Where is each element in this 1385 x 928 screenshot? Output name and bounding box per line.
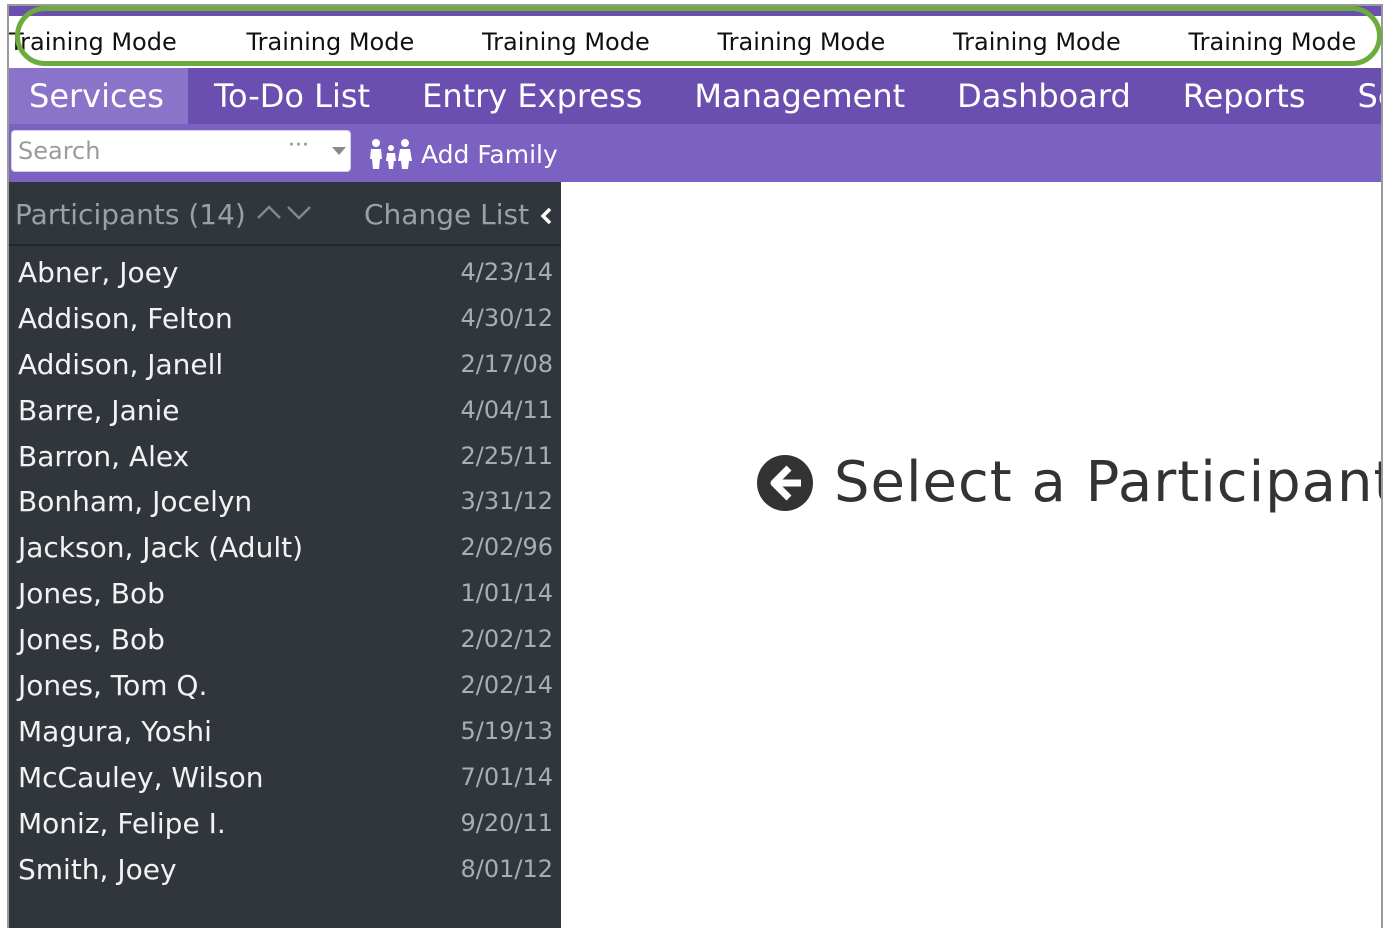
participant-date: 4/30/12 — [460, 303, 553, 332]
participant-date: 2/02/96 — [460, 533, 553, 562]
participant-name: Addison, Janell — [18, 347, 224, 381]
add-family-button[interactable]: Add Family — [369, 136, 558, 172]
participant-name: Moniz, Felipe I. — [18, 806, 226, 840]
search-options-icon[interactable]: ··· — [288, 133, 309, 158]
list-item[interactable]: Jones, Bob 2/02/12 — [9, 617, 561, 663]
participant-name: Magura, Yoshi — [18, 714, 212, 748]
top-stripe — [9, 6, 1381, 16]
participant-name: McCauley, Wilson — [18, 760, 264, 794]
participant-date: 2/17/08 — [460, 349, 553, 378]
participant-name: Jackson, Jack (Adult) — [18, 531, 304, 565]
chevron-down-icon[interactable] — [332, 147, 346, 155]
participant-list: Abner, Joey 4/23/14 Addison, Felton 4/30/1… — [9, 250, 561, 892]
tab-management[interactable]: Management — [668, 68, 931, 124]
participant-date: 2/02/14 — [460, 671, 553, 700]
participant-date: 2/02/12 — [460, 625, 553, 654]
training-mode-label: Training Mode — [717, 28, 886, 56]
participant-name: Jones, Tom Q. — [18, 669, 208, 703]
search-box: ··· — [11, 130, 351, 172]
list-item[interactable]: Addison, Janell 2/17/08 — [9, 342, 561, 388]
list-item[interactable]: McCauley, Wilson 7/01/14 — [9, 755, 561, 801]
toolbar: ··· Add Family — [9, 124, 1381, 188]
search-input[interactable] — [18, 131, 278, 171]
training-mode-bar: Training Mode Training Mode Training Mod… — [9, 16, 1381, 68]
participants-sidebar: Participants (14) Change List Abner, Joe… — [9, 182, 561, 928]
participant-date: 9/20/11 — [460, 808, 553, 837]
participant-date: 4/23/14 — [460, 258, 553, 286]
main-content: Select a Participant — [561, 182, 1381, 928]
participant-name: Bonham, Jocelyn — [18, 485, 253, 519]
list-item[interactable]: Jones, Tom Q. 2/02/14 — [9, 663, 561, 709]
participant-date: 4/04/11 — [460, 395, 553, 424]
list-item[interactable]: Barron, Alex 2/25/11 — [9, 434, 561, 480]
participant-name: Abner, Joey — [18, 256, 179, 289]
tab-dashboard[interactable]: Dashboard — [931, 68, 1157, 124]
participant-date: 8/01/12 — [460, 854, 553, 883]
participant-date: 2/25/11 — [460, 441, 553, 470]
participant-date: 7/01/14 — [460, 762, 553, 791]
family-icon — [370, 139, 412, 169]
tab-services[interactable]: Services — [9, 68, 188, 124]
training-mode-label: Training Mode — [482, 28, 650, 56]
select-participant-text: Select a Participant — [834, 450, 1383, 515]
list-item[interactable]: Moniz, Felipe I. 9/20/11 — [9, 801, 561, 847]
list-item[interactable]: Bonham, Jocelyn 3/31/12 — [9, 479, 561, 525]
arrow-left-circle-icon — [757, 454, 813, 511]
participants-count-label: Participants (14) — [15, 198, 246, 231]
participant-name: Barre, Janie — [18, 393, 180, 427]
training-mode-label: Training Mode — [953, 28, 1121, 56]
participant-name: Jones, Bob — [18, 623, 165, 657]
list-item[interactable]: Jackson, Jack (Adult) 2/02/96 — [9, 525, 561, 571]
app-window: Training Mode Training Mode Training Mod… — [7, 4, 1383, 928]
add-family-label: Add Family — [421, 139, 558, 169]
list-item[interactable]: Addison, Felton 4/30/12 — [9, 296, 561, 342]
participant-date: 5/19/13 — [460, 716, 553, 745]
change-list-button[interactable]: Change List — [364, 198, 529, 231]
tab-entry-express[interactable]: Entry Express — [396, 68, 668, 124]
select-participant-prompt: Select a Participant — [756, 450, 1383, 515]
list-item[interactable]: Jones, Bob 1/01/14 — [9, 571, 561, 617]
participant-name: Smith, Joey — [18, 852, 177, 886]
list-item[interactable]: Smith, Joey 8/01/12 — [9, 847, 561, 893]
sidebar-header: Participants (14) Change List — [9, 182, 561, 246]
list-item[interactable]: Barre, Janie 4/04/11 — [9, 388, 561, 434]
list-item[interactable]: Abner, Joey 4/23/14 — [9, 250, 561, 296]
tab-reports[interactable]: Reports — [1157, 68, 1332, 124]
participant-name: Barron, Alex — [18, 439, 190, 473]
sort-up-down-icon[interactable] — [254, 198, 314, 228]
main-nav: Services To-Do List Entry Express Manage… — [9, 68, 1381, 124]
tab-setup[interactable]: Setup — [1332, 68, 1381, 124]
chevron-left-icon[interactable] — [539, 207, 553, 225]
participant-name: Jones, Bob — [18, 577, 165, 611]
participant-name: Addison, Felton — [18, 301, 233, 335]
tab-to-do-list[interactable]: To-Do List — [188, 68, 396, 124]
training-mode-label: Training Mode — [246, 28, 415, 56]
participant-date: 3/31/12 — [460, 487, 553, 516]
training-mode-label: Training Mode — [9, 28, 177, 56]
list-item[interactable]: Magura, Yoshi 5/19/13 — [9, 709, 561, 755]
participant-date: 1/01/14 — [460, 579, 553, 608]
training-mode-label: Training Mode — [1188, 28, 1357, 56]
